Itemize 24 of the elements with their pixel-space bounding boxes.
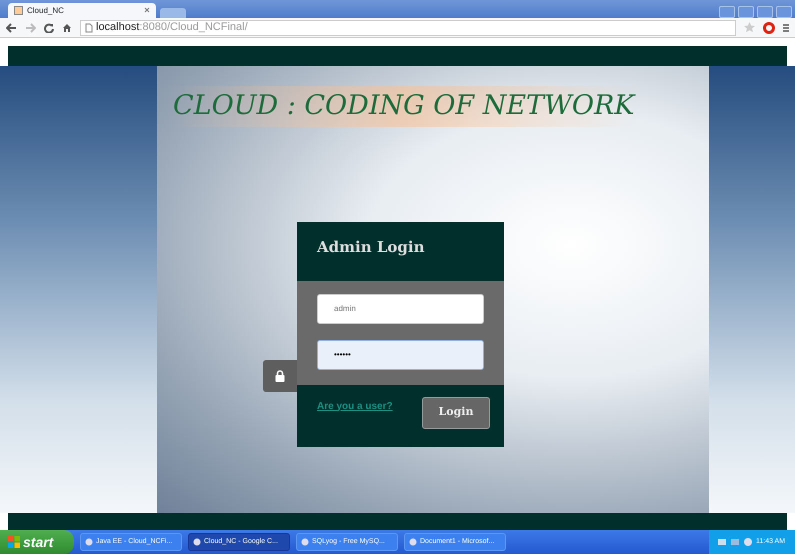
star-icon[interactable] [744,22,755,33]
address-bar[interactable]: localhost:8080/Cloud_NCFinal/ [80,20,736,36]
lock-button[interactable] [263,360,297,392]
windows-flag-icon [8,536,20,548]
lock-icon [275,370,285,382]
login-button[interactable]: Login [422,396,490,428]
app-icon [409,538,417,546]
reload-icon[interactable] [44,22,54,32]
login-title: Admin Login [317,238,424,256]
close-icon[interactable] [144,7,150,14]
user-login-link[interactable]: Are you a user? [317,398,393,414]
app-icon [193,538,201,546]
back-icon[interactable] [6,22,17,32]
username-field[interactable]: admin [317,294,484,324]
password-field[interactable]: •••••• [317,340,484,370]
page-icon [85,22,93,32]
app-icon [85,538,93,546]
browser-tab[interactable]: Cloud_NC [8,3,156,18]
url-text: localhost:8080/Cloud_NCFinal/ [96,20,248,36]
page-icon [14,6,23,15]
menu-icon[interactable] [783,22,789,32]
start-button[interactable]: start [0,530,74,554]
home-icon[interactable] [62,22,72,32]
app-icon [301,538,309,546]
